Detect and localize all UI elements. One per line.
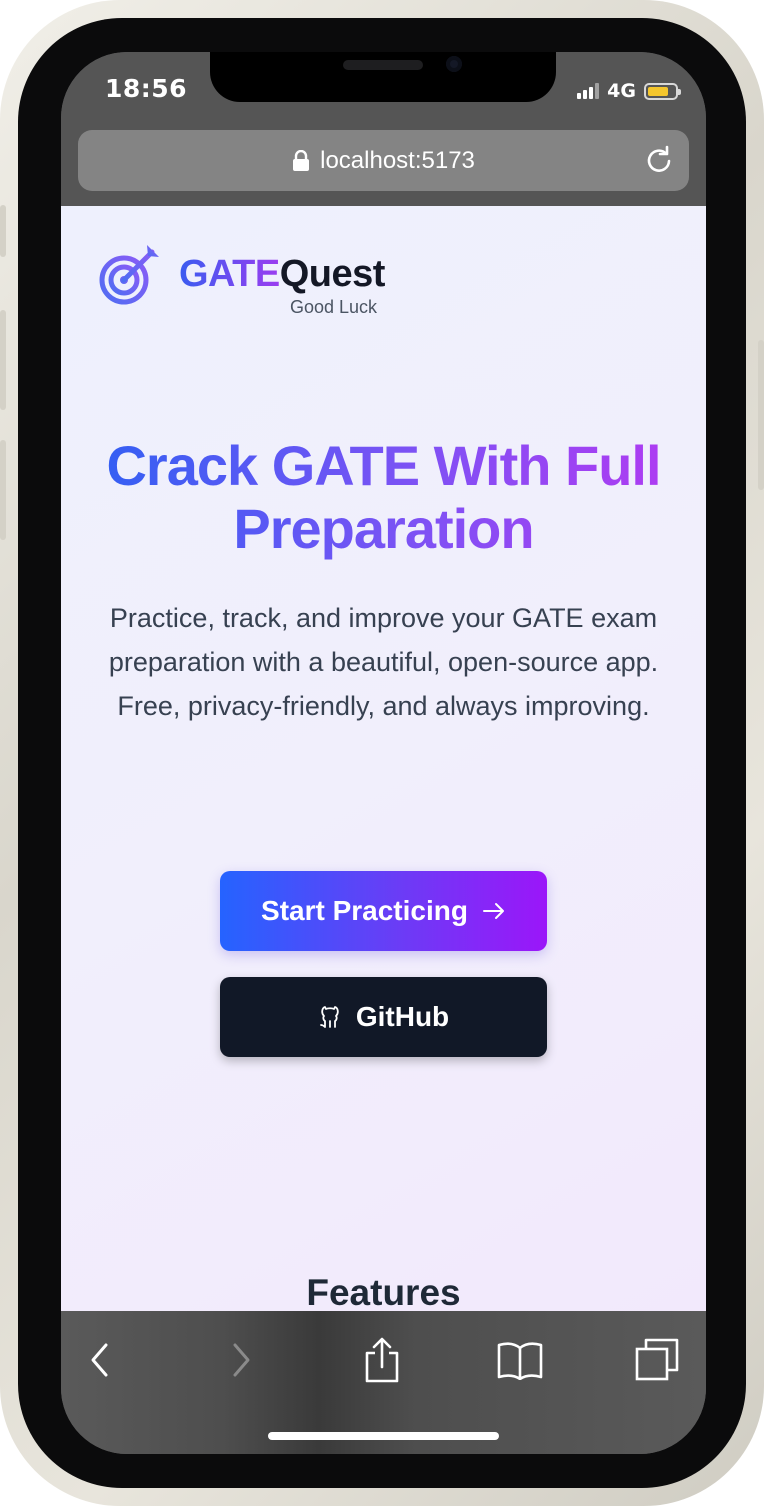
tabs-button[interactable] — [632, 1335, 682, 1385]
bookmarks-icon — [497, 1342, 543, 1380]
status-indicators: 4G — [577, 80, 681, 102]
brand-quest: Quest — [279, 253, 386, 295]
address-bar[interactable]: localhost:5173 — [78, 130, 689, 191]
arrow-right-icon — [482, 903, 504, 919]
hero-subtitle: Practice, track, and improve your GATE e… — [108, 603, 659, 721]
signal-icon — [577, 83, 600, 99]
speaker — [343, 60, 423, 70]
back-icon — [91, 1343, 108, 1377]
notch — [210, 52, 556, 102]
status-time: 18:56 — [105, 74, 188, 103]
github-button[interactable]: GitHub — [220, 977, 547, 1057]
volume-down-button — [0, 440, 6, 540]
share-button[interactable] — [357, 1335, 407, 1385]
target-arrow-icon — [99, 245, 159, 305]
phone-screen: 18:56 4G localhost:5173 GATEQuest Good L… — [61, 52, 706, 1454]
browser-toolbar — [61, 1311, 706, 1454]
battery-icon — [644, 82, 681, 100]
features-heading: Features — [306, 1272, 461, 1311]
web-page: GATEQuest Good Luck Crack GATE With Full… — [61, 206, 706, 1311]
github-label: GitHub — [355, 1001, 450, 1032]
brand-gate: GATE — [179, 253, 280, 295]
url-text: localhost:5173 — [320, 146, 475, 174]
github-icon — [319, 1006, 339, 1028]
bookmarks-button[interactable] — [495, 1335, 545, 1385]
power-button — [758, 340, 764, 490]
hero-title: Crack GATE With Full Preparation — [81, 434, 686, 560]
share-icon — [365, 1337, 399, 1383]
status-bar: 18:56 4G — [61, 52, 706, 130]
reload-icon[interactable] — [643, 144, 675, 176]
network-type: 4G — [607, 80, 636, 102]
tabs-icon — [635, 1338, 679, 1381]
start-practicing-button[interactable]: Start Practicing — [220, 871, 547, 951]
back-button[interactable] — [75, 1335, 125, 1385]
lock-icon — [293, 149, 310, 171]
start-practicing-label: Start Practicing — [261, 895, 468, 926]
brand-name[interactable]: GATEQuest — [179, 253, 385, 296]
forward-icon — [233, 1343, 250, 1377]
forward-button[interactable] — [216, 1335, 266, 1385]
volume-up-button — [0, 310, 6, 410]
front-camera — [446, 56, 462, 72]
brand-tagline: Good Luck — [290, 297, 378, 317]
mute-switch — [0, 205, 6, 257]
browser-url-area: localhost:5173 — [61, 130, 706, 206]
home-indicator[interactable] — [268, 1432, 499, 1440]
